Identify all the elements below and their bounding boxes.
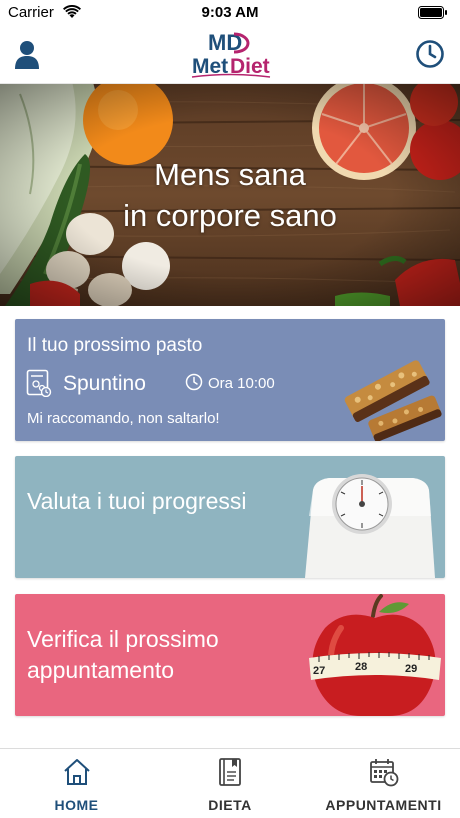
meal-reminder-note: Mi raccomando, non saltarlo!: [27, 410, 220, 427]
svg-text:27: 27: [313, 665, 325, 677]
tab-home-label: HOME: [54, 797, 99, 813]
profile-button[interactable]: [10, 37, 44, 71]
clock-time: 9:03 AM: [201, 4, 259, 21]
apple-measuring-tape-image: 27 28 29: [309, 594, 441, 716]
clock-icon: [416, 40, 444, 68]
hero-banner: Mens sana in corpore sano: [0, 84, 460, 306]
clock-icon: [185, 373, 203, 391]
progress-card[interactable]: Valuta i tuoi progressi: [15, 456, 445, 578]
svg-text:28: 28: [355, 661, 367, 673]
next-meal-heading: Il tuo prossimo pasto: [27, 335, 203, 356]
next-meal-card[interactable]: Il tuo prossimo pasto Spuntino Ora 10:00…: [15, 319, 445, 441]
bathroom-scale-image: [305, 474, 435, 578]
nav-bar: MD Met Diet: [0, 26, 460, 84]
hero-motto: Mens sana in corpore sano: [0, 154, 460, 236]
hero-motto-line1: Mens sana: [154, 157, 306, 192]
meal-time: Ora 10:00: [208, 375, 275, 392]
status-bar: Carrier 9:03 AM: [0, 0, 460, 26]
tab-appointments[interactable]: APPUNTAMENTI: [307, 749, 460, 818]
cereal-bar-image: [344, 360, 442, 441]
meal-plan-icon: [26, 369, 52, 397]
meal-name: Spuntino: [63, 372, 146, 395]
tab-diet-label: DIETA: [208, 797, 252, 813]
progress-card-title: Valuta i tuoi progressi: [27, 488, 247, 514]
history-button[interactable]: [414, 38, 446, 70]
battery-icon: [418, 6, 447, 19]
user-icon: [15, 41, 39, 69]
home-icon: [63, 759, 90, 785]
tab-diet[interactable]: DIETA: [153, 749, 307, 818]
tab-home[interactable]: HOME: [0, 749, 153, 818]
svg-text:29: 29: [405, 663, 417, 675]
appointment-card-title: Verifica il prossimo appuntamento: [27, 626, 219, 683]
hero-motto-line2: in corpore sano: [123, 198, 337, 233]
appointment-card[interactable]: Verifica il prossimo appuntamento 27 28 …: [15, 594, 445, 716]
tab-bar: HOME DIETA APPUNTAMENTI: [0, 748, 460, 818]
diet-book-icon: [219, 758, 241, 786]
tab-appointments-label: APPUNTAMENTI: [325, 797, 442, 813]
calendar-clock-icon: [369, 759, 398, 787]
metdiet-logo: MD Met Diet: [186, 28, 276, 80]
